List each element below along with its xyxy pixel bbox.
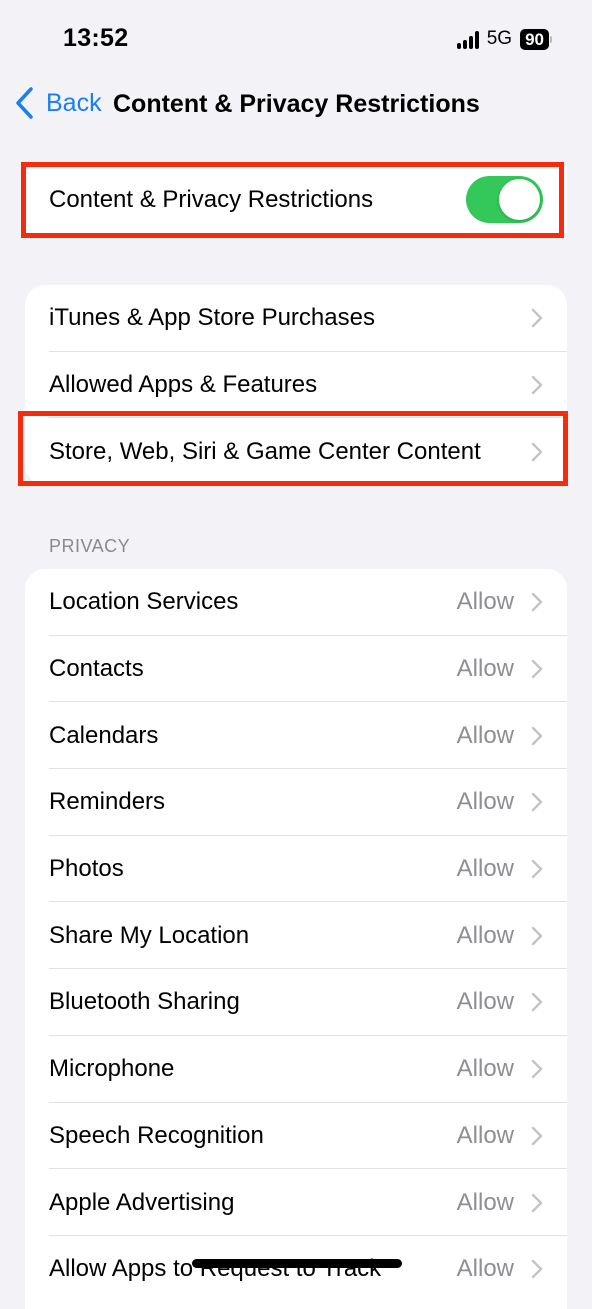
list-item-value: Allow [456, 988, 514, 1016]
status-time: 13:52 [63, 24, 129, 52]
network-type: 5G [486, 28, 513, 49]
list-item-value: Allow [456, 921, 514, 949]
chevron-right-icon [531, 1126, 543, 1146]
back-label: Back [46, 88, 102, 117]
chevron-right-icon [531, 793, 543, 812]
chevron-right-icon [531, 726, 543, 745]
chevron-right-icon [531, 375, 543, 395]
list-item-photos[interactable]: Photos Allow [25, 836, 567, 903]
list-item-value: Allow [456, 1255, 514, 1283]
list-item-value: Allow [456, 588, 514, 616]
list-item-label: iTunes & App Store Purchases [49, 304, 375, 332]
list-item-speech-recognition[interactable]: Speech Recognition Allow [25, 1103, 567, 1170]
chevron-right-icon [531, 993, 543, 1012]
list-item-value: Allow [456, 1121, 514, 1149]
list-item-label: Location Services [49, 588, 239, 616]
chevron-right-icon [531, 926, 543, 945]
list-item-microphone[interactable]: Microphone Allow [25, 1036, 567, 1103]
list-item-label: Store, Web, Siri & Game Center Content [49, 437, 481, 465]
master-toggle-label: Content & Privacy Restrictions [49, 185, 374, 213]
list-item-value: Allow [456, 855, 514, 883]
list-item-value: Allow [456, 788, 514, 816]
list-item-label: Photos [49, 855, 124, 883]
chevron-right-icon [531, 1193, 543, 1212]
list-item-apple-advertising[interactable]: Apple Advertising Allow [25, 1169, 567, 1236]
list-item-label: Microphone [49, 1055, 175, 1083]
list-item-label: Speech Recognition [49, 1121, 264, 1149]
master-toggle-group: Content & Privacy Restrictions [25, 166, 567, 233]
privacy-settings-group: Location Services Allow Contacts Allow C… [25, 569, 567, 1309]
battery-icon: 90 [520, 28, 552, 50]
chevron-right-icon [531, 1059, 543, 1079]
list-item-label: Allowed Apps & Features [49, 371, 318, 399]
chevron-right-icon [531, 859, 543, 879]
list-item-bluetooth-sharing[interactable]: Bluetooth Sharing Allow [25, 969, 567, 1036]
list-item-label: Reminders [49, 788, 166, 816]
list-item-value: Allow [456, 1055, 514, 1083]
chevron-right-icon [531, 309, 543, 328]
status-bar: 13:52 5G 90 [0, 0, 592, 80]
chevron-left-icon [16, 87, 33, 119]
list-item-label: Share My Location [49, 921, 250, 949]
list-item-location-services[interactable]: Location Services Allow [25, 569, 567, 636]
list-item-label: Calendars [49, 721, 159, 749]
battery-tip [550, 35, 552, 43]
list-item-itunes-purchases[interactable]: iTunes & App Store Purchases [25, 285, 567, 352]
list-item-reminders[interactable]: Reminders Allow [25, 769, 567, 836]
list-item-allow-apps-request-track[interactable]: Allow Apps to Request to Track Allow [25, 1236, 567, 1303]
navigation-bar: Back Content & Privacy Restrictions [0, 80, 592, 130]
home-indicator[interactable] [192, 1259, 402, 1268]
page-title: Content & Privacy Restrictions [113, 90, 480, 118]
status-indicators: 5G 90 [456, 28, 552, 50]
battery-level: 90 [520, 28, 549, 50]
back-button[interactable]: Back [12, 86, 102, 120]
chevron-right-icon [531, 442, 543, 461]
privacy-section-header: PRIVACY [49, 536, 131, 556]
list-item-store-web-siri-content[interactable]: Store, Web, Siri & Game Center Content [25, 418, 567, 485]
chevron-right-icon [531, 593, 543, 612]
list-item-value: Allow [456, 655, 514, 683]
content-settings-group: iTunes & App Store Purchases Allowed App… [25, 285, 567, 486]
list-item-contacts[interactable]: Contacts Allow [25, 636, 567, 703]
list-item-label: Contacts [49, 655, 144, 683]
list-item-share-my-location[interactable]: Share My Location Allow [25, 902, 567, 970]
content-privacy-toggle[interactable] [466, 176, 543, 223]
chevron-right-icon [531, 1260, 543, 1279]
signal-icon [456, 29, 479, 49]
chevron-right-icon [531, 659, 543, 679]
list-item-allowed-apps[interactable]: Allowed Apps & Features [25, 352, 567, 419]
list-item-value: Allow [456, 1188, 514, 1216]
list-item-label: Apple Advertising [49, 1188, 235, 1216]
list-item-label: Bluetooth Sharing [49, 988, 240, 1016]
list-item-value: Allow [456, 721, 514, 749]
list-item-calendars[interactable]: Calendars Allow [25, 702, 567, 770]
master-toggle-row: Content & Privacy Restrictions [25, 166, 567, 233]
toggle-knob [499, 179, 540, 220]
